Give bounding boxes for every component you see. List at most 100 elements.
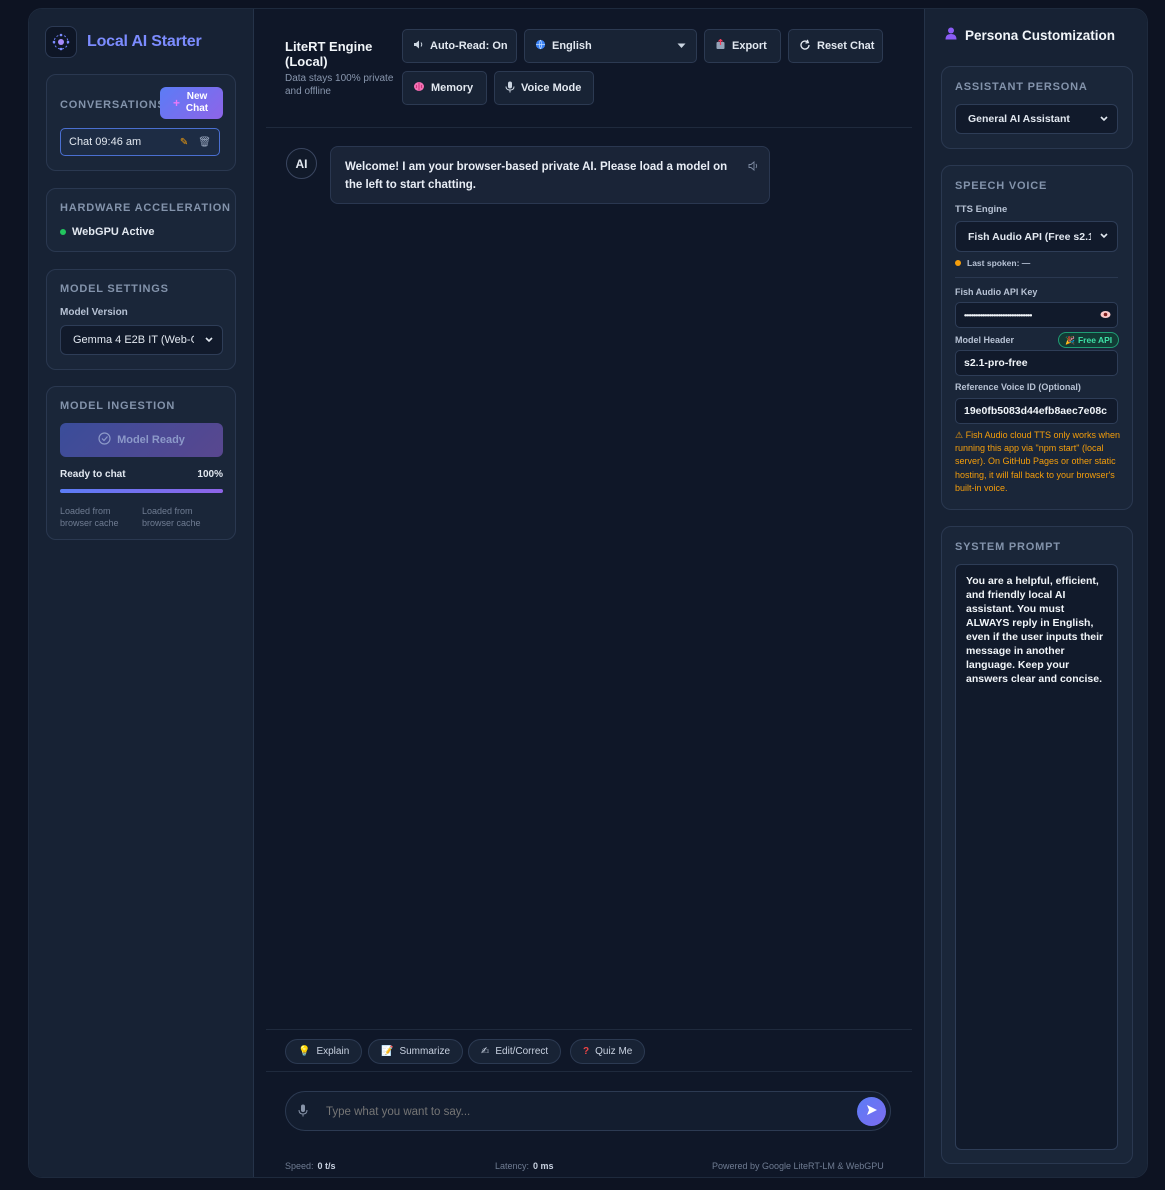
model-version-value: Gemma 4 E2B IT (Web-GPU) bbox=[73, 334, 194, 346]
voice-mode-label: Voice Mode bbox=[521, 82, 582, 94]
message-composer bbox=[285, 1091, 891, 1131]
writing-hand-icon: ✍ bbox=[481, 1046, 490, 1057]
assistant-persona-select[interactable]: General AI Assistant bbox=[955, 104, 1118, 134]
quick-action-summarize[interactable]: 📝 Summarize bbox=[368, 1039, 464, 1064]
send-icon bbox=[866, 1103, 878, 1121]
ai-message-text: Welcome! I am your browser-based private… bbox=[345, 161, 728, 191]
webgpu-status-label: WebGPU Active bbox=[72, 226, 155, 238]
latency-label: Latency: bbox=[495, 1161, 530, 1171]
lightbulb-icon: 💡 bbox=[298, 1046, 311, 1057]
api-key-input[interactable]: •••••••••••••••••••••••••••••••••••••• bbox=[955, 302, 1118, 328]
memory-label: Memory bbox=[431, 82, 474, 94]
tts-engine-label: TTS Engine bbox=[955, 204, 1008, 215]
person-icon bbox=[945, 27, 957, 43]
speed-value: 0 t/s bbox=[317, 1161, 336, 1171]
caret-down-icon bbox=[677, 40, 686, 52]
export-button[interactable]: Export bbox=[704, 29, 781, 63]
eye-icon[interactable] bbox=[1100, 310, 1111, 321]
progress-row: Ready to chat 100% bbox=[60, 469, 223, 480]
quick-action-explain[interactable]: 💡 Explain bbox=[285, 1039, 363, 1064]
free-api-badge: 🎉 Free API bbox=[1058, 332, 1120, 348]
trash-icon[interactable]: 🗑 bbox=[198, 137, 211, 148]
edit-pencil-icon[interactable]: ✎ bbox=[180, 137, 188, 148]
app-window: Local AI Starter CONVERSATIONS + New Cha… bbox=[28, 8, 1148, 1178]
speed-label: Speed: bbox=[285, 1161, 314, 1171]
model-version-label: Model Version bbox=[60, 307, 128, 318]
memory-button[interactable]: Memory bbox=[402, 71, 487, 105]
conversations-card: CONVERSATIONS + New Chat Chat 09:46 am ✎… bbox=[46, 74, 236, 171]
reset-chat-button[interactable]: Reset Chat bbox=[788, 29, 883, 63]
brand-logo-icon bbox=[45, 26, 77, 58]
assistant-persona-card: ASSISTANT PERSONA General AI Assistant bbox=[941, 66, 1133, 149]
auto-read-button[interactable]: Auto-Read: On bbox=[402, 29, 517, 63]
tts-engine-select[interactable]: Fish Audio API (Free s2.1-pro) bbox=[955, 221, 1118, 252]
refresh-icon bbox=[799, 39, 811, 54]
chevron-down-icon bbox=[1099, 230, 1109, 245]
voice-mode-button[interactable]: Voice Mode bbox=[494, 71, 594, 105]
document-icon: 📝 bbox=[381, 1046, 394, 1057]
status-dot-icon bbox=[955, 260, 961, 266]
api-key-value: •••••••••••••••••••••••••••••••••••••• bbox=[964, 310, 1033, 320]
conversations-title: CONVERSATIONS bbox=[60, 99, 166, 111]
new-chat-label: New Chat bbox=[185, 91, 209, 114]
quick-action-label: Summarize bbox=[399, 1046, 451, 1057]
quick-action-label: Edit/Correct bbox=[495, 1046, 549, 1057]
quick-actions-divider bbox=[266, 1029, 912, 1030]
model-header-input[interactable]: s2.1-pro-free bbox=[955, 350, 1118, 376]
reset-chat-label: Reset Chat bbox=[817, 40, 875, 52]
engine-subtitle: Data stays 100% private and offline bbox=[285, 73, 394, 97]
export-icon bbox=[715, 38, 726, 53]
quick-action-label: Explain bbox=[316, 1046, 350, 1057]
assistant-persona-title: ASSISTANT PERSONA bbox=[955, 81, 1088, 93]
progress-bar bbox=[60, 489, 223, 493]
gift-icon: 🎉 bbox=[1065, 335, 1075, 345]
latency-stat: Latency: 0 ms bbox=[495, 1161, 554, 1171]
reference-voice-label: Reference Voice ID (Optional) bbox=[955, 382, 1081, 392]
free-api-label: Free API bbox=[1077, 335, 1113, 345]
system-prompt-textarea[interactable]: You are a helpful, efficient, and friend… bbox=[955, 564, 1118, 1150]
message-input[interactable] bbox=[326, 1102, 846, 1122]
status-dot-icon bbox=[60, 229, 66, 235]
progress-status-label: Ready to chat bbox=[60, 469, 126, 480]
model-ingestion-title: MODEL INGESTION bbox=[60, 400, 176, 412]
brand: Local AI Starter bbox=[45, 26, 202, 58]
language-select[interactable]: English bbox=[524, 29, 697, 63]
send-button[interactable] bbox=[857, 1097, 886, 1126]
microphone-icon[interactable] bbox=[298, 1104, 308, 1122]
auto-read-label: Auto-Read: On bbox=[430, 40, 508, 52]
webgpu-status: WebGPU Active bbox=[60, 226, 155, 238]
tts-warning-text: Fish Audio cloud TTS only works when run… bbox=[955, 430, 1120, 493]
quick-action-label: Quiz Me bbox=[595, 1046, 633, 1057]
speak-message-icon[interactable] bbox=[748, 160, 759, 178]
last-spoken-label: Last spoken: — bbox=[967, 258, 1031, 268]
speech-voice-card: SPEECH VOICE TTS Engine Fish Audio API (… bbox=[941, 165, 1133, 510]
quick-action-quiz-me[interactable]: ? Quiz Me bbox=[570, 1039, 646, 1064]
cache-note-right: Loaded from browser cache bbox=[142, 506, 201, 528]
new-chat-button[interactable]: + New Chat bbox=[160, 87, 223, 119]
system-prompt-title: SYSTEM PROMPT bbox=[955, 541, 1061, 553]
model-settings-card: MODEL SETTINGS Model Version Gemma 4 E2B… bbox=[46, 269, 236, 370]
composer-divider bbox=[266, 1071, 912, 1072]
model-ingestion-card: MODEL INGESTION Model Ready Ready to cha… bbox=[46, 386, 236, 540]
chat-main: LiteRT Engine (Local) Data stays 100% pr… bbox=[254, 9, 924, 1177]
microphone-icon bbox=[505, 81, 515, 96]
conversation-item[interactable]: Chat 09:46 am ✎ 🗑 bbox=[60, 128, 220, 156]
model-header-label: Model Header bbox=[955, 335, 1015, 345]
conversation-item-label: Chat 09:46 am bbox=[69, 136, 142, 148]
system-prompt-text: You are a helpful, efficient, and friend… bbox=[966, 575, 1104, 685]
progress-bar-fill bbox=[60, 489, 223, 493]
reference-voice-value: 19e0fb5083d44efb8aec7e08c bbox=[964, 405, 1108, 417]
export-label: Export bbox=[732, 40, 767, 52]
speaker-icon bbox=[413, 39, 424, 53]
model-ready-label: Model Ready bbox=[117, 434, 185, 446]
powered-by: Powered by Google LiteRT-LM & WebGPU bbox=[712, 1161, 884, 1171]
reference-voice-input[interactable]: 19e0fb5083d44efb8aec7e08c bbox=[955, 398, 1118, 424]
progress-percent: 100% bbox=[197, 469, 223, 480]
plus-icon: + bbox=[172, 96, 180, 110]
quick-action-edit-correct[interactable]: ✍ Edit/Correct bbox=[468, 1039, 562, 1064]
model-version-select[interactable]: Gemma 4 E2B IT (Web-GPU) bbox=[60, 325, 223, 355]
last-spoken-status: Last spoken: — bbox=[955, 258, 1030, 268]
brain-icon bbox=[413, 81, 425, 95]
hardware-title: HARDWARE ACCELERATION bbox=[60, 202, 231, 214]
model-ready-button[interactable]: Model Ready bbox=[60, 423, 223, 457]
